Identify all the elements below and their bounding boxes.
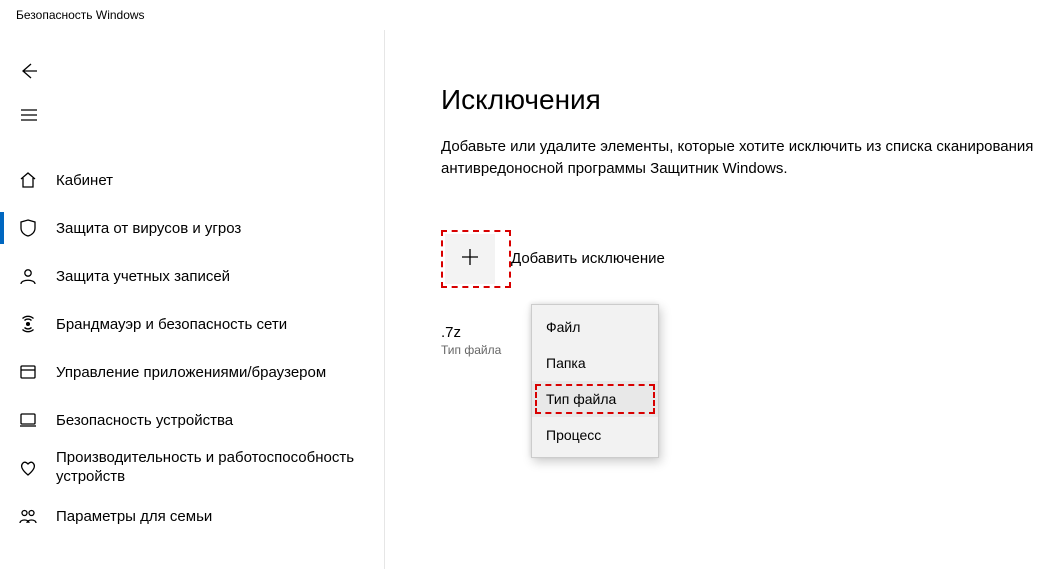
menu-item-process[interactable]: Процесс <box>532 417 658 453</box>
family-icon <box>18 506 38 526</box>
sidebar-item-label: Производительность и работоспособность у… <box>56 449 384 487</box>
sidebar-item-label: Управление приложениями/браузером <box>56 364 326 381</box>
heart-icon <box>18 458 38 478</box>
sidebar-item-family[interactable]: Параметры для семьи <box>0 492 384 540</box>
sidebar: Кабинет Защита от вирусов и угроз Защита… <box>0 30 385 569</box>
sidebar-item-label: Брандмауэр и безопасность сети <box>56 316 287 333</box>
add-exclusion-menu: Файл Папка Тип файла Процесс <box>531 304 659 458</box>
sidebar-item-label: Безопасность устройства <box>56 412 233 429</box>
sidebar-item-health[interactable]: Производительность и работоспособность у… <box>0 444 384 492</box>
menu-item-folder[interactable]: Папка <box>532 345 658 381</box>
hamburger-icon <box>19 105 39 125</box>
add-highlight <box>441 230 511 288</box>
sidebar-item-account[interactable]: Защита учетных записей <box>0 252 384 300</box>
app-browser-icon <box>18 362 38 382</box>
menu-item-filetype[interactable]: Тип файла <box>532 381 658 417</box>
plus-icon <box>458 245 482 272</box>
back-button[interactable] <box>6 52 52 90</box>
hamburger-button[interactable] <box>6 96 52 134</box>
shield-icon <box>18 218 38 238</box>
account-icon <box>18 266 38 286</box>
page-title: Исключения <box>441 84 1064 116</box>
sidebar-item-appbrowser[interactable]: Управление приложениями/браузером <box>0 348 384 396</box>
add-exclusion-label: Добавить исключение <box>511 250 665 267</box>
sidebar-item-label: Защита от вирусов и угроз <box>56 220 241 237</box>
content: Исключения Добавьте или удалите элементы… <box>385 30 1064 569</box>
device-icon <box>18 410 38 430</box>
back-arrow-icon <box>19 61 39 81</box>
sidebar-item-label: Защита учетных записей <box>56 268 230 285</box>
sidebar-item-virus[interactable]: Защита от вирусов и угроз <box>0 204 384 252</box>
home-icon <box>18 170 38 190</box>
add-exclusion-button[interactable] <box>445 234 495 284</box>
sidebar-item-label: Параметры для семьи <box>56 508 212 525</box>
menu-item-file[interactable]: Файл <box>532 309 658 345</box>
window-title: Безопасность Windows <box>0 0 1064 30</box>
sidebar-item-home[interactable]: Кабинет <box>0 156 384 204</box>
sidebar-item-device[interactable]: Безопасность устройства <box>0 396 384 444</box>
sidebar-item-label: Кабинет <box>56 172 113 189</box>
sidebar-item-firewall[interactable]: Брандмауэр и безопасность сети <box>0 300 384 348</box>
network-icon <box>18 314 38 334</box>
page-description: Добавьте или удалите элементы, которые х… <box>441 136 1061 180</box>
